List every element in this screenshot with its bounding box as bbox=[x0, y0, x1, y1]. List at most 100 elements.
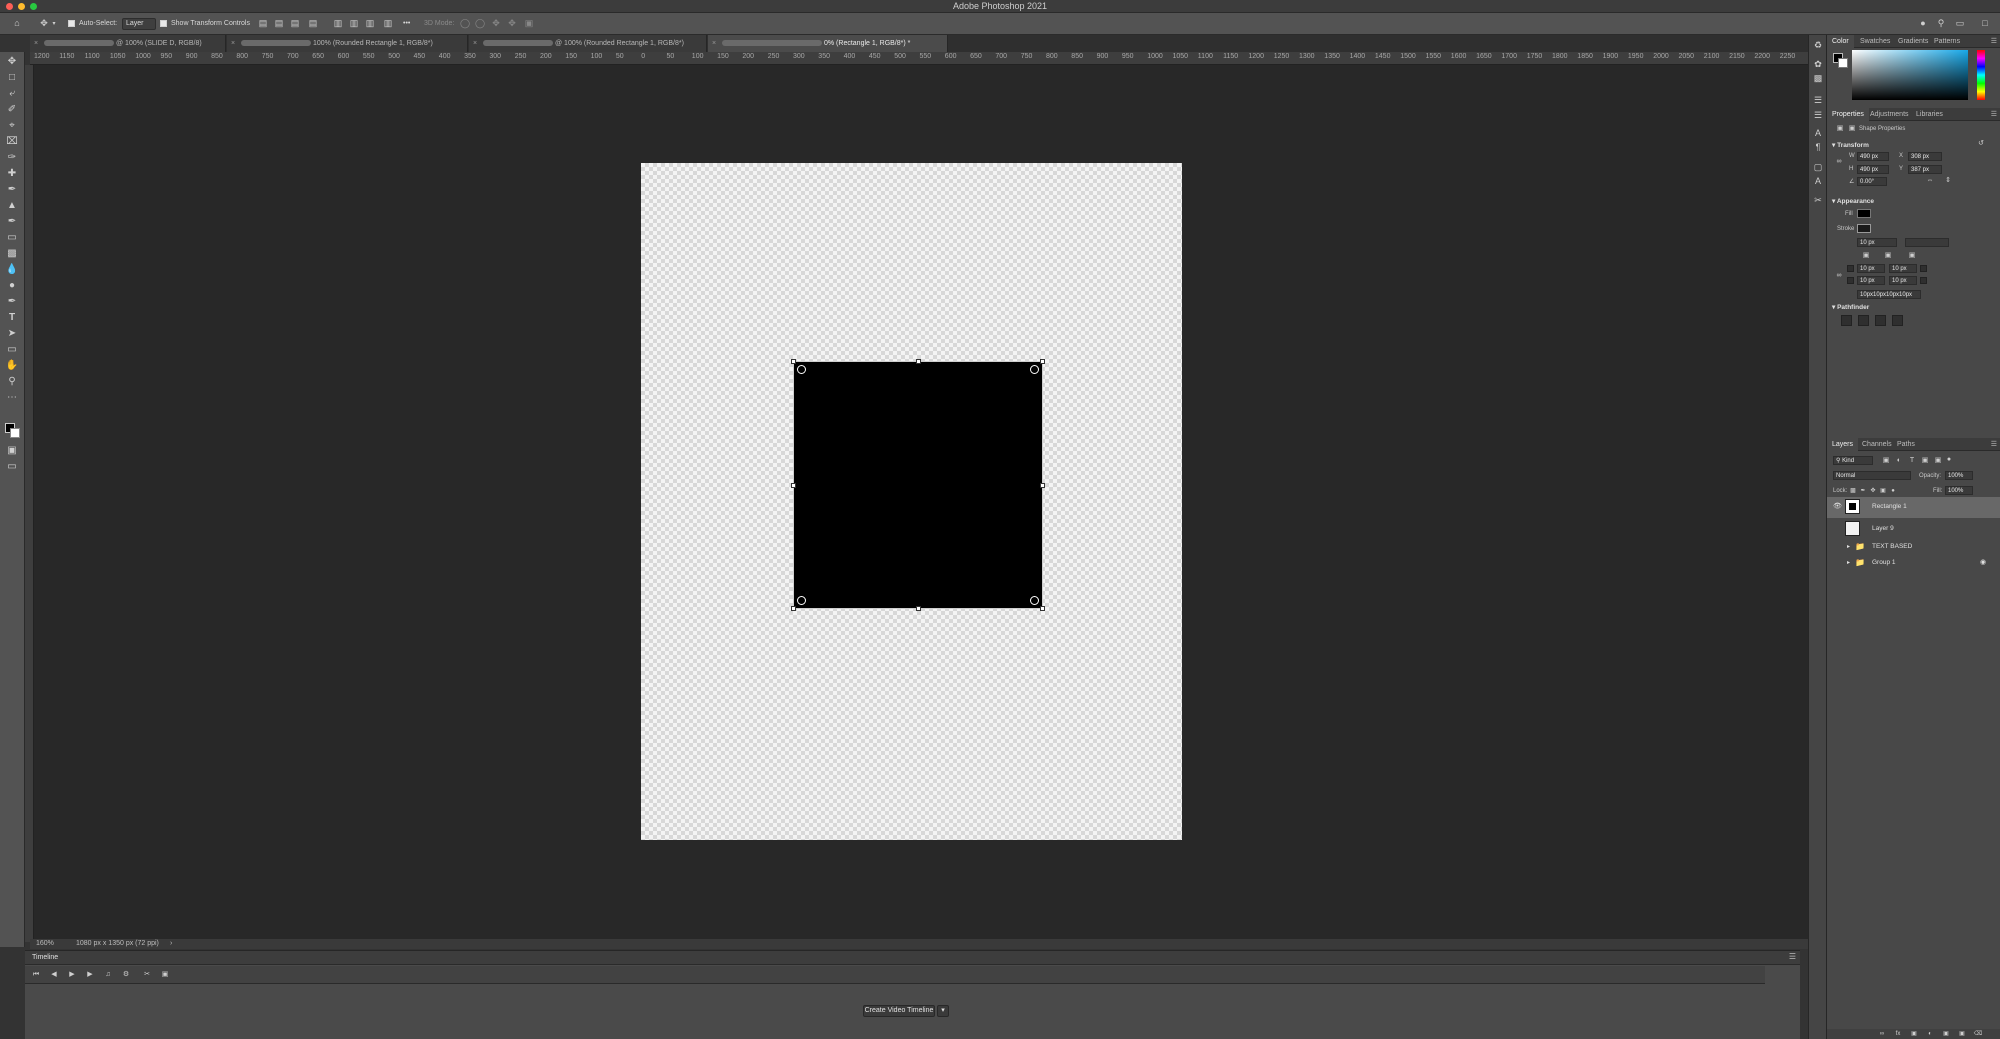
subtract-shapes-icon[interactable] bbox=[1858, 315, 1869, 326]
lasso-tool-icon[interactable]: ⤶ bbox=[4, 87, 20, 101]
height-field[interactable]: 490 px bbox=[1857, 165, 1889, 174]
move-tool-icon[interactable]: ✥ bbox=[4, 55, 20, 69]
edit-toolbar-icon[interactable]: ⋯ bbox=[4, 391, 20, 405]
tab-libraries[interactable]: Libraries bbox=[1911, 108, 1948, 121]
dodge-tool-icon[interactable]: ● bbox=[4, 279, 20, 293]
add-mask-icon[interactable]: ▣ bbox=[1909, 1029, 1919, 1039]
radius-summary-field[interactable]: 10px10px10px10px bbox=[1857, 290, 1921, 299]
corner-radius-handle-bl[interactable] bbox=[797, 596, 806, 605]
stroke-caps-icon[interactable]: ▣ bbox=[1883, 251, 1893, 261]
next-frame-icon[interactable]: ▶ bbox=[85, 970, 95, 980]
zoom-level[interactable]: 160% bbox=[36, 939, 54, 949]
blend-mode-dropdown[interactable]: Normal bbox=[1833, 471, 1911, 480]
layer-row-rectangle-1[interactable]: 👁 Rectangle 1 bbox=[1827, 497, 2000, 518]
auto-select-checkbox[interactable] bbox=[68, 20, 75, 27]
y-field[interactable]: 387 px bbox=[1908, 165, 1942, 174]
panel-menu-icon[interactable]: ☰ bbox=[1789, 952, 1796, 961]
width-field[interactable]: 490 px bbox=[1857, 152, 1889, 161]
search-icon[interactable]: ⚲ bbox=[1936, 18, 1946, 28]
close-tab-icon[interactable]: × bbox=[473, 35, 477, 52]
fill-swatch[interactable] bbox=[1857, 209, 1871, 218]
intersect-shapes-icon[interactable] bbox=[1875, 315, 1886, 326]
expand-group-icon[interactable]: ▸ bbox=[1847, 539, 1850, 555]
brush-tool-icon[interactable]: ✒ bbox=[4, 183, 20, 197]
timeline-type-dropdown[interactable]: ▾ bbox=[937, 1005, 949, 1017]
quick-mask-icon[interactable]: ▣ bbox=[4, 444, 20, 458]
history-icon[interactable]: ♻ bbox=[1813, 40, 1823, 50]
align-center-icon[interactable]: ▤ bbox=[274, 18, 284, 28]
move-tool-icon[interactable]: ✥ bbox=[38, 18, 50, 28]
tab-document-2[interactable]: × 100% (Rounded Rectangle 1, RGB/8*) bbox=[227, 35, 468, 52]
crop-tool-icon[interactable]: ⌖ bbox=[4, 119, 20, 133]
visibility-eye-icon[interactable]: 👁 bbox=[1833, 497, 1842, 516]
character-icon[interactable]: A bbox=[1813, 128, 1823, 138]
reset-icon[interactable]: ↺ bbox=[1977, 139, 1985, 149]
tab-document-1[interactable]: × @ 100% (SLIDE D, RGB/8) bbox=[30, 35, 226, 52]
character-styles-icon[interactable]: A bbox=[1813, 176, 1823, 186]
brush-settings-icon[interactable]: ✿ bbox=[1813, 59, 1823, 69]
filter-pixel-icon[interactable]: ▣ bbox=[1881, 456, 1891, 466]
quick-select-tool-icon[interactable]: ✐ bbox=[4, 103, 20, 117]
marquee-tool-icon[interactable]: □ bbox=[4, 71, 20, 85]
flip-vertical-icon[interactable]: ⇕ bbox=[1943, 176, 1953, 186]
eraser-tool-icon[interactable]: ▭ bbox=[4, 231, 20, 245]
angle-field[interactable]: 0.00° bbox=[1857, 177, 1887, 186]
transform-handle-top-left[interactable] bbox=[791, 359, 796, 364]
lock-artboard-icon[interactable]: ▣ bbox=[1879, 486, 1887, 496]
type-tool-icon[interactable]: T bbox=[4, 311, 20, 325]
background-swatch[interactable] bbox=[1838, 58, 1848, 68]
radius-tl-field[interactable]: 10 px bbox=[1857, 264, 1885, 273]
x-field[interactable]: 308 px bbox=[1908, 152, 1942, 161]
previous-frame-icon[interactable]: ◀ bbox=[49, 970, 59, 980]
tab-document-4[interactable]: × 0% (Rectangle 1, RGB/8*) * bbox=[708, 35, 948, 52]
align-bottom-icon[interactable]: ▥ bbox=[365, 18, 375, 28]
layer-row-group-1[interactable]: ▸ 📁 Group 1 ◉ bbox=[1827, 555, 2000, 571]
healing-brush-tool-icon[interactable]: ✚ bbox=[4, 167, 20, 181]
adjustments-icon[interactable]: ☰ bbox=[1813, 95, 1823, 105]
close-tab-icon[interactable]: × bbox=[231, 35, 235, 52]
filter-toggle-icon[interactable]: ● bbox=[1945, 455, 1953, 465]
fill-opacity-field[interactable]: 100% bbox=[1945, 486, 1973, 495]
hand-tool-icon[interactable]: ✋ bbox=[4, 359, 20, 373]
transition-icon[interactable]: ▣ bbox=[160, 970, 170, 980]
opacity-field[interactable]: 100% bbox=[1945, 471, 1973, 480]
hue-slider[interactable] bbox=[1977, 50, 1985, 100]
layer-style-icon[interactable]: fx bbox=[1893, 1029, 1903, 1039]
history-brush-tool-icon[interactable]: ✒ bbox=[4, 215, 20, 229]
audio-icon[interactable]: ♫ bbox=[103, 970, 113, 980]
mask-properties-icon[interactable]: ▣ bbox=[1847, 124, 1857, 134]
layer-filter-dropdown[interactable]: ⚲ Kind bbox=[1833, 456, 1873, 465]
roll-3d-icon[interactable]: ◯ bbox=[475, 18, 485, 28]
stroke-corners-icon[interactable]: ▣ bbox=[1907, 251, 1917, 261]
new-group-icon[interactable]: ▣ bbox=[1941, 1029, 1951, 1039]
paragraph-icon[interactable]: ¶ bbox=[1813, 142, 1823, 152]
slide-3d-icon[interactable]: ✥ bbox=[507, 18, 517, 28]
orbit-3d-icon[interactable]: ◯ bbox=[460, 18, 470, 28]
stroke-swatch[interactable] bbox=[1857, 224, 1871, 233]
tab-swatches[interactable]: Swatches bbox=[1855, 35, 1895, 48]
zoom-tool-icon[interactable]: ⚲ bbox=[4, 375, 20, 389]
tab-properties[interactable]: Properties bbox=[1827, 108, 1869, 121]
radius-tr-field[interactable]: 10 px bbox=[1889, 264, 1917, 273]
color-field[interactable] bbox=[1852, 50, 1968, 100]
lock-position-icon[interactable]: ✥ bbox=[1869, 486, 1877, 496]
lock-image-icon[interactable]: ✒ bbox=[1859, 486, 1867, 496]
new-layer-icon[interactable]: ▣ bbox=[1957, 1029, 1967, 1039]
corner-radius-handle-br[interactable] bbox=[1030, 596, 1039, 605]
lock-transparent-icon[interactable]: ▩ bbox=[1849, 486, 1857, 496]
delete-layer-icon[interactable]: ⌫ bbox=[1973, 1029, 1983, 1039]
chevron-down-icon[interactable]: ▾ bbox=[51, 19, 57, 29]
stroke-width-field[interactable]: 10 px bbox=[1857, 238, 1897, 247]
status-menu-arrow[interactable]: › bbox=[170, 939, 172, 949]
align-middle-icon[interactable]: ▥ bbox=[349, 18, 359, 28]
combine-shapes-icon[interactable] bbox=[1841, 315, 1852, 326]
filter-adjustment-icon[interactable]: ◐ bbox=[1894, 456, 1904, 466]
panel-menu-icon[interactable]: ☰ bbox=[1991, 37, 1997, 45]
user-icon[interactable]: ● bbox=[1918, 18, 1928, 28]
corner-radius-handle-tr[interactable] bbox=[1030, 365, 1039, 374]
pan-3d-icon[interactable]: ✥ bbox=[491, 18, 501, 28]
glyphs-icon[interactable]: ▢ bbox=[1813, 162, 1823, 172]
histogram-icon[interactable]: ▩ bbox=[1813, 73, 1823, 83]
background-color-swatch[interactable] bbox=[10, 428, 20, 438]
rectangle-tool-icon[interactable]: ▭ bbox=[4, 343, 20, 357]
